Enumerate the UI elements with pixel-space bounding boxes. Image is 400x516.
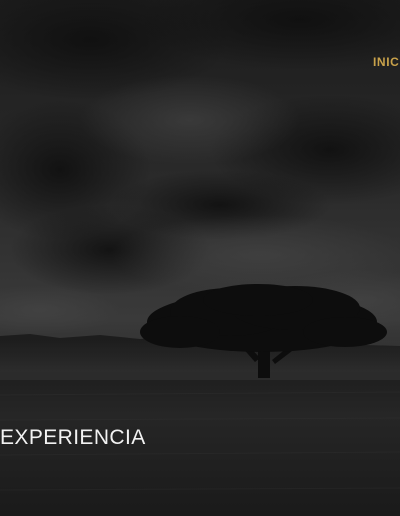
nav-item-inicio[interactable]: INICIO xyxy=(373,55,400,69)
hero-heading: EXPERIENCIA xyxy=(0,426,146,449)
hero-section: INICIO EXPERIENCIA xyxy=(0,0,400,516)
